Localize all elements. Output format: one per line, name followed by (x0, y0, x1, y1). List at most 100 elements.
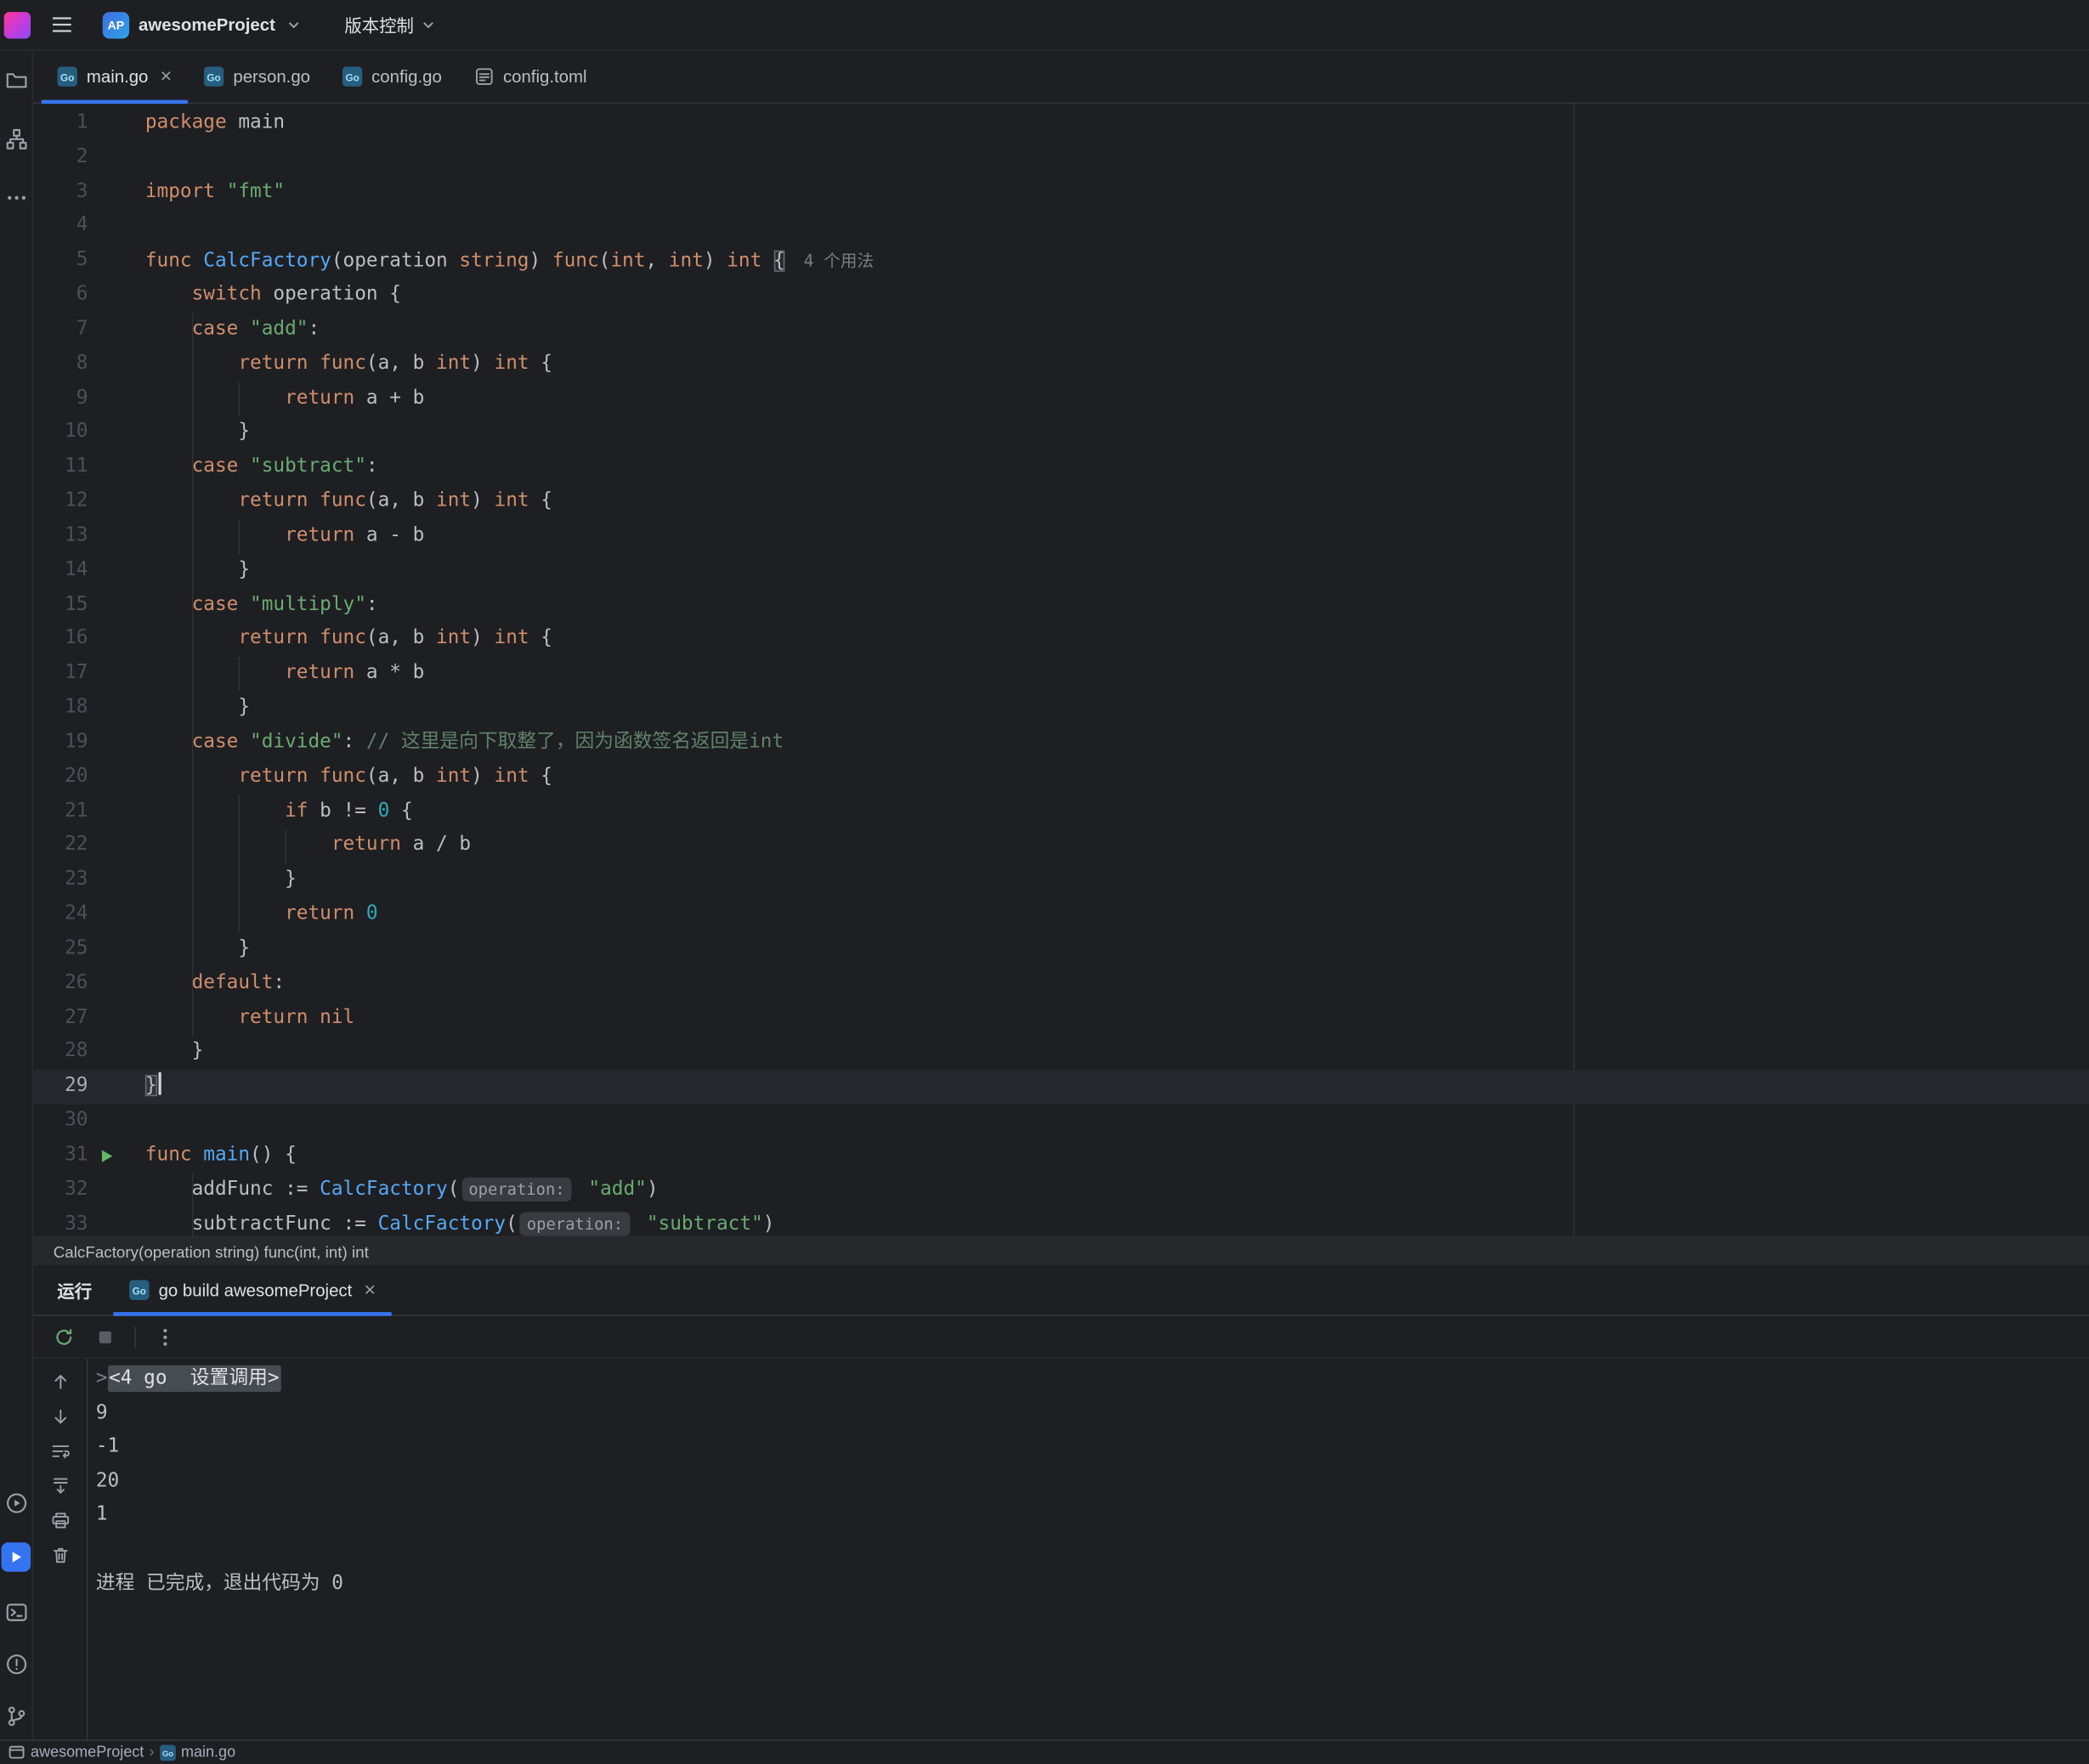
folder-icon[interactable] (4, 68, 28, 92)
code-text: return func(a, b int) int { (145, 348, 2089, 382)
stripe-bottom (2, 1490, 31, 1739)
arrow-down-icon[interactable] (49, 1405, 71, 1427)
tab-person.go[interactable]: Goperson.go (188, 51, 326, 103)
run-gutter-icon[interactable] (88, 1139, 144, 1173)
main-menu-button[interactable] (45, 8, 77, 41)
chevron-down-icon (285, 16, 302, 33)
code-line[interactable]: 17 return a * b (33, 657, 2089, 691)
code-line[interactable]: 10 } (33, 416, 2089, 450)
app-logo-icon[interactable] (4, 11, 31, 37)
gutter (88, 588, 144, 622)
editor-tabbar: Gomain.go×Goperson.goGoconfig.goconfig.t… (33, 51, 2089, 105)
code-line[interactable]: 6 switch operation { (33, 279, 2089, 313)
gutter (88, 1036, 144, 1070)
code-line[interactable]: 2 (33, 141, 2089, 175)
code-line[interactable]: 8 return func(a, b int) int { (33, 348, 2089, 382)
more-icon[interactable] (4, 185, 28, 209)
go-build-icon: Go (129, 1280, 150, 1300)
code-line[interactable]: 11 case "subtract": (33, 450, 2089, 484)
code-text: import "fmt" (145, 175, 2089, 209)
code-line[interactable]: 31func main() { (33, 1139, 2089, 1173)
code-line[interactable]: 12 return func(a, b int) int { (33, 485, 2089, 519)
arrow-up-icon[interactable] (49, 1371, 71, 1392)
gutter (88, 519, 144, 553)
code-line[interactable]: 26 default: (33, 967, 2089, 1001)
console-output[interactable]: ><4 go 设置调用>9-1201进程 已完成，退出代码为 0 (88, 1359, 2089, 1739)
run-icon[interactable] (4, 1490, 28, 1514)
code-line[interactable]: 21 if b != 0 { (33, 794, 2089, 828)
code-line[interactable]: 13 return a - b (33, 519, 2089, 553)
code-line[interactable]: 4 (33, 210, 2089, 244)
code-text: case "add": (145, 313, 2089, 347)
code-line[interactable]: 1 package main (33, 106, 2089, 140)
code-line[interactable]: 14 } (33, 554, 2089, 588)
tab-main.go[interactable]: Gomain.go× (42, 51, 188, 103)
run-toolwindow-title[interactable]: 运行 (57, 1277, 92, 1303)
code-line[interactable]: 23 } (33, 863, 2089, 897)
code-line[interactable]: 30 (33, 1105, 2089, 1139)
context-signature-bar: CalcFactory(operation string) func(int, … (33, 1236, 2089, 1265)
vcs-widget[interactable]: 版本控制 (339, 8, 442, 42)
close-icon[interactable]: × (364, 1280, 376, 1300)
code-line[interactable]: 7 case "add": (33, 313, 2089, 347)
code-line[interactable]: 19 case "divide": // 这里是向下取整了，因为函数签名返回是i… (33, 726, 2089, 760)
line-number: 22 (33, 829, 88, 863)
code-line[interactable]: 15 case "multiply": (33, 588, 2089, 622)
scroll-end-icon[interactable] (49, 1474, 71, 1495)
terminal-icon[interactable] (4, 1600, 28, 1624)
code-text: return a * b (145, 657, 2089, 691)
run-body: ><4 go 设置调用>9-1201进程 已完成，退出代码为 0 (33, 1359, 2089, 1739)
line-number: 13 (33, 519, 88, 553)
line-number: 18 (33, 692, 88, 726)
code-line[interactable]: 29} (33, 1070, 2089, 1104)
stop-icon[interactable] (93, 1325, 117, 1348)
tab-label: main.go (87, 66, 149, 87)
line-number: 17 (33, 657, 88, 691)
tab-config.go[interactable]: Goconfig.go (326, 51, 458, 103)
line-number: 2 (33, 141, 88, 175)
run-configuration-tab[interactable]: Go go build awesomeProject × (113, 1265, 392, 1315)
config-file-icon (473, 66, 494, 87)
code-line[interactable]: 33 subtractFunc := CalcFactory(operation… (33, 1207, 2089, 1236)
code-line[interactable]: 25 } (33, 932, 2089, 966)
code-text: } (145, 416, 2089, 450)
code-line[interactable]: 28 } (33, 1036, 2089, 1070)
code-text: package main (145, 106, 2089, 140)
editor[interactable]: 1 package main 23import "fmt"45func CalcFa… (33, 104, 2089, 1235)
code-line[interactable]: 27 return nil (33, 1001, 2089, 1035)
code-line[interactable]: 3import "fmt" (33, 175, 2089, 209)
code-line[interactable]: 24 return 0 (33, 898, 2089, 932)
line-number: 15 (33, 588, 88, 622)
close-icon[interactable]: × (161, 66, 173, 87)
code-line[interactable]: 18 } (33, 692, 2089, 726)
project-widget[interactable]: AP awesomeProject (97, 8, 307, 42)
more-vertical-icon[interactable] (153, 1325, 177, 1348)
statusbar: awesomeProject›Gomain.go (0, 1739, 2089, 1763)
print-icon[interactable] (49, 1509, 71, 1530)
code-line[interactable]: 16 return func(a, b int) int { (33, 623, 2089, 657)
clear-icon[interactable] (49, 1544, 71, 1565)
run-toolbar (33, 1316, 2089, 1359)
breadcrumb-item[interactable]: awesomeProject (8, 1744, 144, 1761)
breadcrumb-item[interactable]: Gomain.go (160, 1744, 235, 1761)
tab-config.toml[interactable]: config.toml (458, 51, 603, 103)
git-branch-icon[interactable] (4, 1704, 28, 1727)
structure-icon[interactable] (4, 127, 28, 150)
code-line[interactable]: 32 addFunc := CalcFactory(operation: "ad… (33, 1173, 2089, 1207)
rerun-icon[interactable] (52, 1325, 76, 1348)
line-number: 4 (33, 210, 88, 244)
code-text: case "subtract": (145, 450, 2089, 484)
code-line[interactable]: 9 return a + b (33, 382, 2089, 416)
soft-wrap-icon[interactable] (49, 1440, 71, 1462)
run-active-icon[interactable] (2, 1542, 31, 1571)
gutter (88, 1070, 144, 1104)
code-line[interactable]: 5func CalcFactory(operation string) func… (33, 244, 2089, 278)
line-number: 1 (33, 106, 88, 140)
code-line[interactable]: 20 return func(a, b int) int { (33, 760, 2089, 794)
code-line[interactable]: 22 return a / b (33, 829, 2089, 863)
line-number: 12 (33, 485, 88, 519)
gutter (88, 1105, 144, 1139)
problems-icon[interactable] (4, 1652, 28, 1676)
console-line: 1 (96, 1499, 2089, 1533)
chevron-down-icon (419, 16, 436, 33)
